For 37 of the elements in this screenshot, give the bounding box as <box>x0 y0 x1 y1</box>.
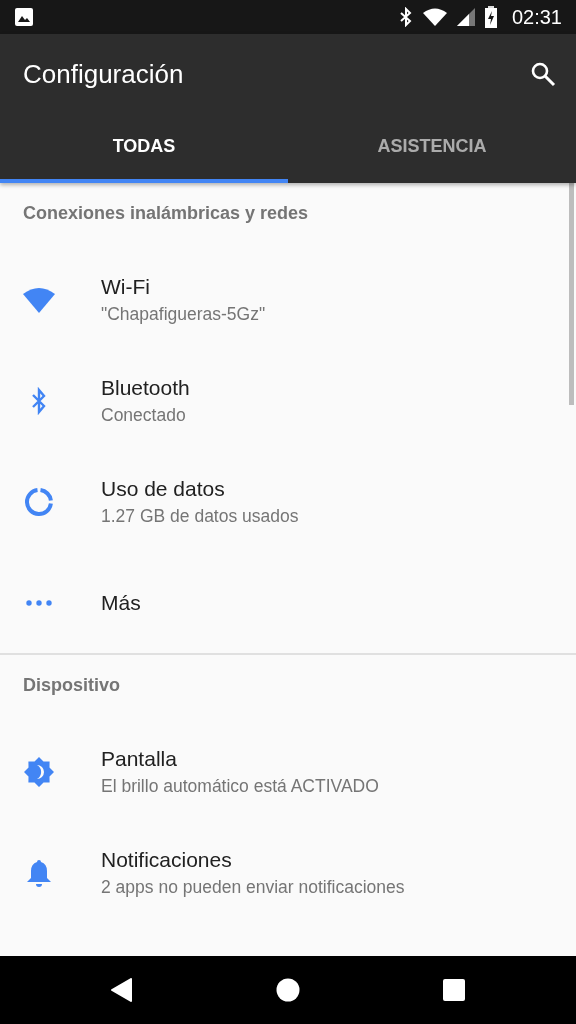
more-icon <box>25 599 52 606</box>
item-summary: 1.27 GB de datos usados <box>101 505 299 527</box>
search-icon <box>530 61 556 87</box>
recents-icon <box>442 979 465 1001</box>
home-icon <box>276 978 300 1002</box>
item-title: Wi-Fi <box>101 274 151 299</box>
signal-icon <box>455 7 476 27</box>
item-title: Notificaciones <box>101 847 233 872</box>
back-icon <box>111 978 134 1002</box>
item-summary: "Chapafigueras-5Gz" <box>101 303 266 325</box>
image-icon <box>14 7 34 27</box>
settings-item[interactable]: Uso de datos 1.27 GB de datos usados <box>0 451 576 552</box>
item-title: Pantalla <box>101 746 178 771</box>
item-summary: 2 apps no pueden enviar notificaciones <box>101 876 405 898</box>
settings-item[interactable]: Notificaciones 2 apps no pueden enviar notificaciones <box>0 822 576 923</box>
tab[interactable]: TODAS <box>0 114 288 183</box>
data-usage-icon <box>23 486 54 517</box>
brightness-icon <box>22 755 55 788</box>
tab[interactable]: ASISTENCIA <box>288 114 576 183</box>
bell-icon <box>25 857 52 888</box>
item-title: Uso de datos <box>101 476 226 501</box>
item-summary: El brillo automático está ACTIVADO <box>101 775 379 797</box>
item-title: Más <box>101 590 141 615</box>
clock-time: 02:31 <box>511 5 562 29</box>
screen-title: Configuración <box>23 58 184 90</box>
settings-item[interactable]: Más <box>0 552 576 653</box>
battery-charging-icon <box>483 6 498 28</box>
wifi-icon <box>421 7 448 27</box>
settings-item[interactable]: Wi-Fi "Chapafigueras-5Gz" <box>0 249 576 350</box>
wifi-icon <box>21 286 56 313</box>
section-header: Dispositivo <box>22 674 121 697</box>
settings-item[interactable]: Bluetooth Conectado <box>0 350 576 451</box>
bluetooth-icon <box>29 386 48 415</box>
section-header: Conexiones inalámbricas y redes <box>22 202 310 225</box>
item-summary: Conectado <box>101 404 187 426</box>
item-title: Bluetooth <box>101 375 190 400</box>
settings-item[interactable]: Pantalla El brillo automático está ACTIVADO <box>0 721 576 822</box>
